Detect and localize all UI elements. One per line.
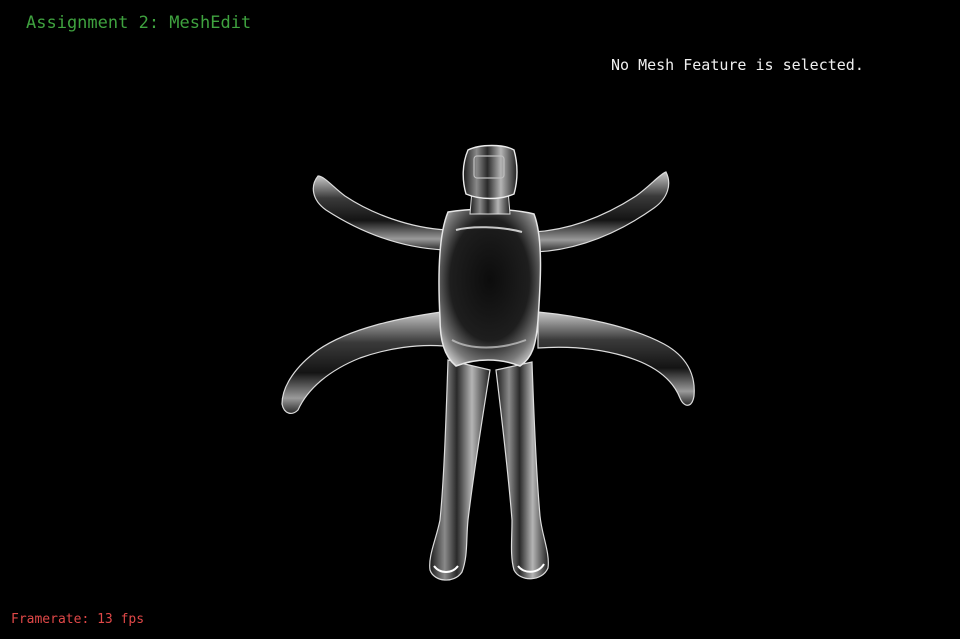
selection-status: No Mesh Feature is selected. xyxy=(611,56,864,74)
upper-right-arm[interactable] xyxy=(532,171,670,253)
torso[interactable] xyxy=(438,208,542,367)
upper-left-arm[interactable] xyxy=(312,175,448,251)
right-leg[interactable] xyxy=(495,361,549,580)
app-title: Assignment 2: MeshEdit xyxy=(26,13,252,33)
left-leg[interactable] xyxy=(429,359,491,581)
lower-left-arm[interactable] xyxy=(281,311,445,414)
head[interactable] xyxy=(462,144,518,200)
mesh-viewport[interactable]: Assignment 2: MeshEdit No Mesh Feature i… xyxy=(0,0,960,639)
lower-right-arm[interactable] xyxy=(537,311,695,406)
framerate-readout: Framerate: 13 fps xyxy=(11,612,145,627)
mesh-model[interactable] xyxy=(0,0,960,639)
